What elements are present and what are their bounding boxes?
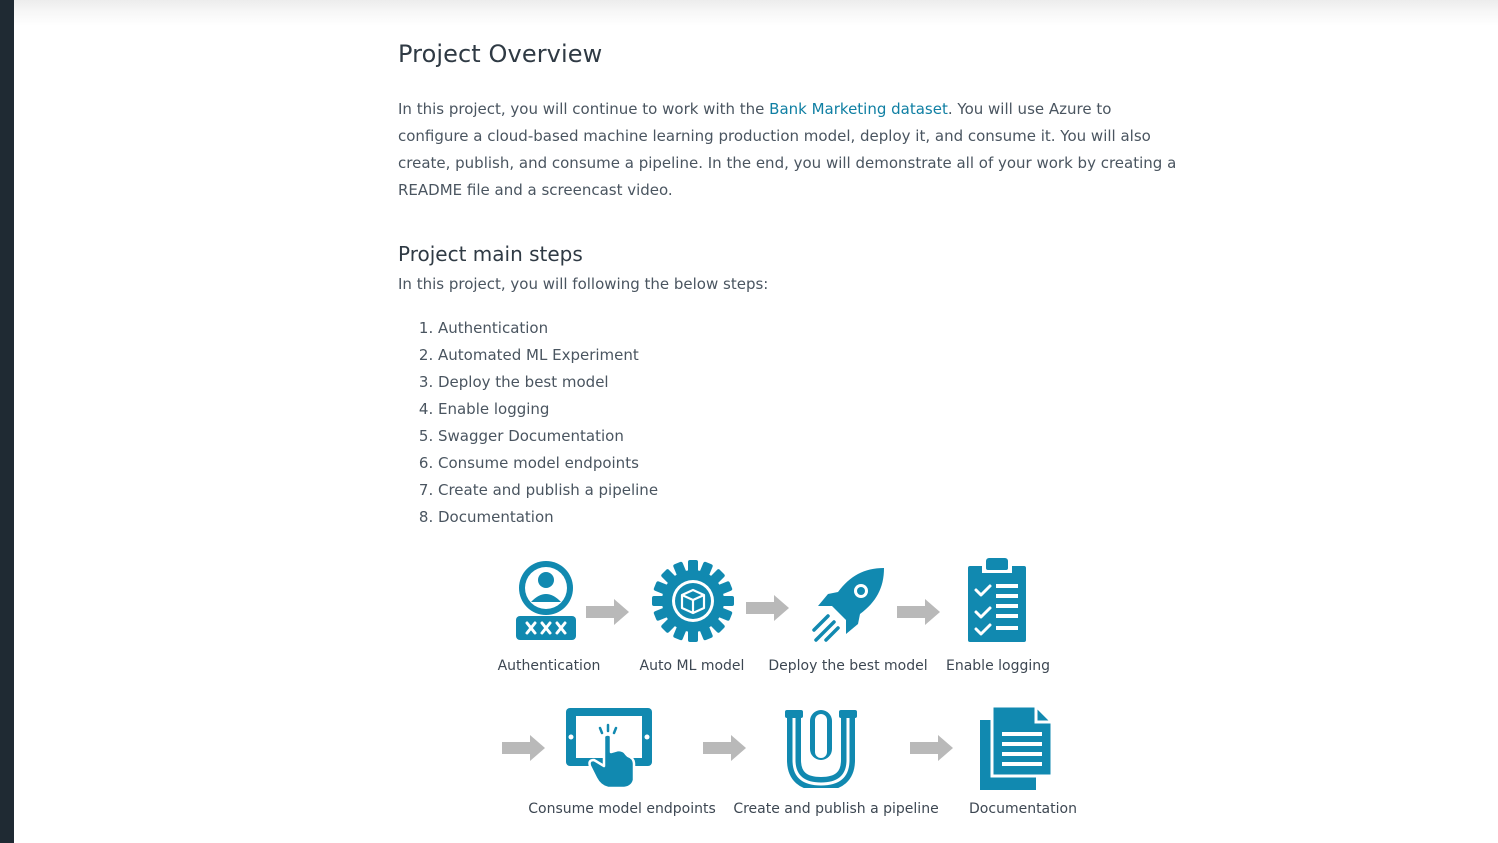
- list-item: Create and publish a pipeline: [438, 477, 1178, 504]
- diagram-label-enable-logging: Enable logging: [945, 658, 1051, 674]
- list-item: Enable logging: [438, 396, 1178, 423]
- list-item: Consume model endpoints: [438, 450, 1178, 477]
- diagram-label-auto-ml-model: Auto ML model: [639, 658, 745, 674]
- list-item: Automated ML Experiment: [438, 342, 1178, 369]
- rocket-icon: [812, 568, 884, 642]
- top-shadow: [14, 0, 1498, 26]
- steps-list: Authentication Automated ML Experiment D…: [398, 315, 1178, 531]
- pipe-icon: [785, 710, 857, 788]
- diagram-label-authentication: Authentication: [497, 658, 601, 674]
- checklist-icon: [968, 558, 1026, 642]
- arrow-right-icon: [502, 735, 545, 761]
- article-content: Project Overview In this project, you wi…: [398, 32, 1178, 531]
- arrow-right-icon: [897, 599, 940, 625]
- arrow-right-icon: [746, 595, 789, 621]
- bank-marketing-dataset-link[interactable]: Bank Marketing dataset: [769, 100, 948, 118]
- intro-text-start: In this project, you will continue to wo…: [398, 100, 770, 118]
- page-title: Project Overview: [398, 40, 603, 68]
- steps-heading: Project main steps: [398, 242, 583, 266]
- list-item: Swagger Documentation: [438, 423, 1178, 450]
- arrow-right-icon: [586, 599, 629, 625]
- list-item: Authentication: [438, 315, 1178, 342]
- arrow-right-icon: [703, 735, 746, 761]
- overview-paragraph: In this project, you will continue to wo…: [398, 96, 1178, 204]
- diagram-label-deploy-best-model: Deploy the best model: [768, 658, 928, 674]
- arrow-right-icon: [910, 735, 953, 761]
- left-rail: [0, 0, 14, 843]
- list-item: Deploy the best model: [438, 369, 1178, 396]
- diagram-label-consume-model-endpoints: Consume model endpoints: [528, 801, 716, 817]
- documents-icon: [980, 704, 1054, 790]
- steps-intro: In this project, you will following the …: [398, 275, 769, 293]
- gear-cube-icon: [652, 560, 734, 642]
- user-lock-icon: [516, 561, 576, 640]
- list-item: Documentation: [438, 504, 1178, 531]
- diagram-label-create-publish-pipeline: Create and publish a pipeline: [733, 801, 939, 817]
- diagram-label-documentation: Documentation: [969, 801, 1077, 817]
- tablet-touch-icon: [566, 708, 652, 790]
